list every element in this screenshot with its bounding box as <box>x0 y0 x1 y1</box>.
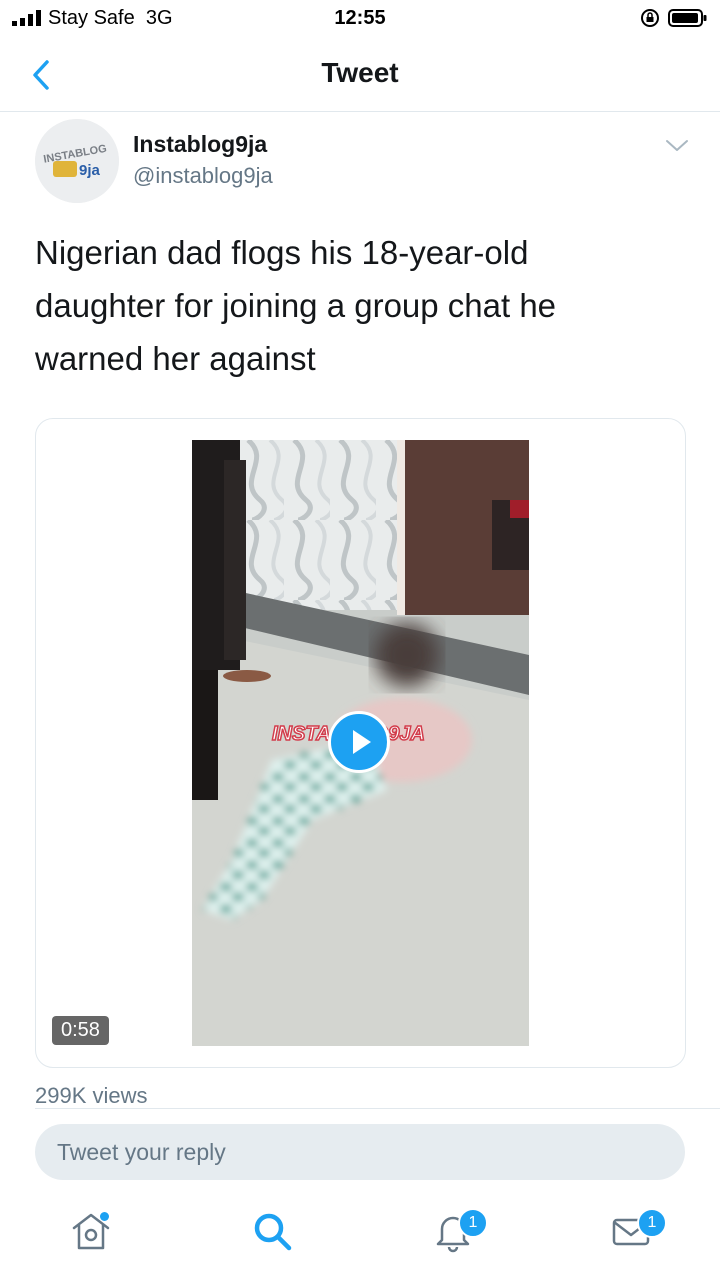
divider <box>35 1108 720 1109</box>
navigation-bar: Tweet <box>0 40 720 112</box>
author-name[interactable]: Instablog9ja <box>133 131 267 158</box>
svg-text:9ja: 9ja <box>79 162 101 179</box>
rotation-lock-icon <box>641 9 659 27</box>
tab-bar: 1 1 <box>0 1190 720 1280</box>
avatar[interactable]: INSTABLOG 9ja <box>35 119 119 203</box>
reply-input[interactable]: Tweet your reply <box>35 1124 685 1180</box>
status-bar: Stay Safe 3G 12:55 <box>0 0 720 40</box>
page-title: Tweet <box>321 57 399 88</box>
clock: 12:55 <box>334 7 386 29</box>
instablog-logo: INSTABLOG 9ja <box>35 119 119 203</box>
video-card[interactable]: INSTABLOG9JA 0:58 <box>35 418 686 1068</box>
view-count: 299K views <box>35 1083 148 1108</box>
reply-placeholder: Tweet your reply <box>57 1139 226 1165</box>
author-handle[interactable]: @instablog9ja <box>133 163 273 189</box>
play-button[interactable] <box>328 711 390 773</box>
search-icon[interactable] <box>249 1208 295 1254</box>
chevron-down-icon[interactable] <box>664 136 690 156</box>
play-icon <box>353 730 371 754</box>
tweet-text: Nigerian dad flogs his 18-year-old daugh… <box>35 234 557 377</box>
home-new-dot <box>100 1212 109 1221</box>
video-duration: 0:58 <box>52 1016 109 1045</box>
battery-icon <box>668 9 707 27</box>
notifications-badge: 1 <box>458 1208 488 1238</box>
messages-badge: 1 <box>637 1208 667 1238</box>
